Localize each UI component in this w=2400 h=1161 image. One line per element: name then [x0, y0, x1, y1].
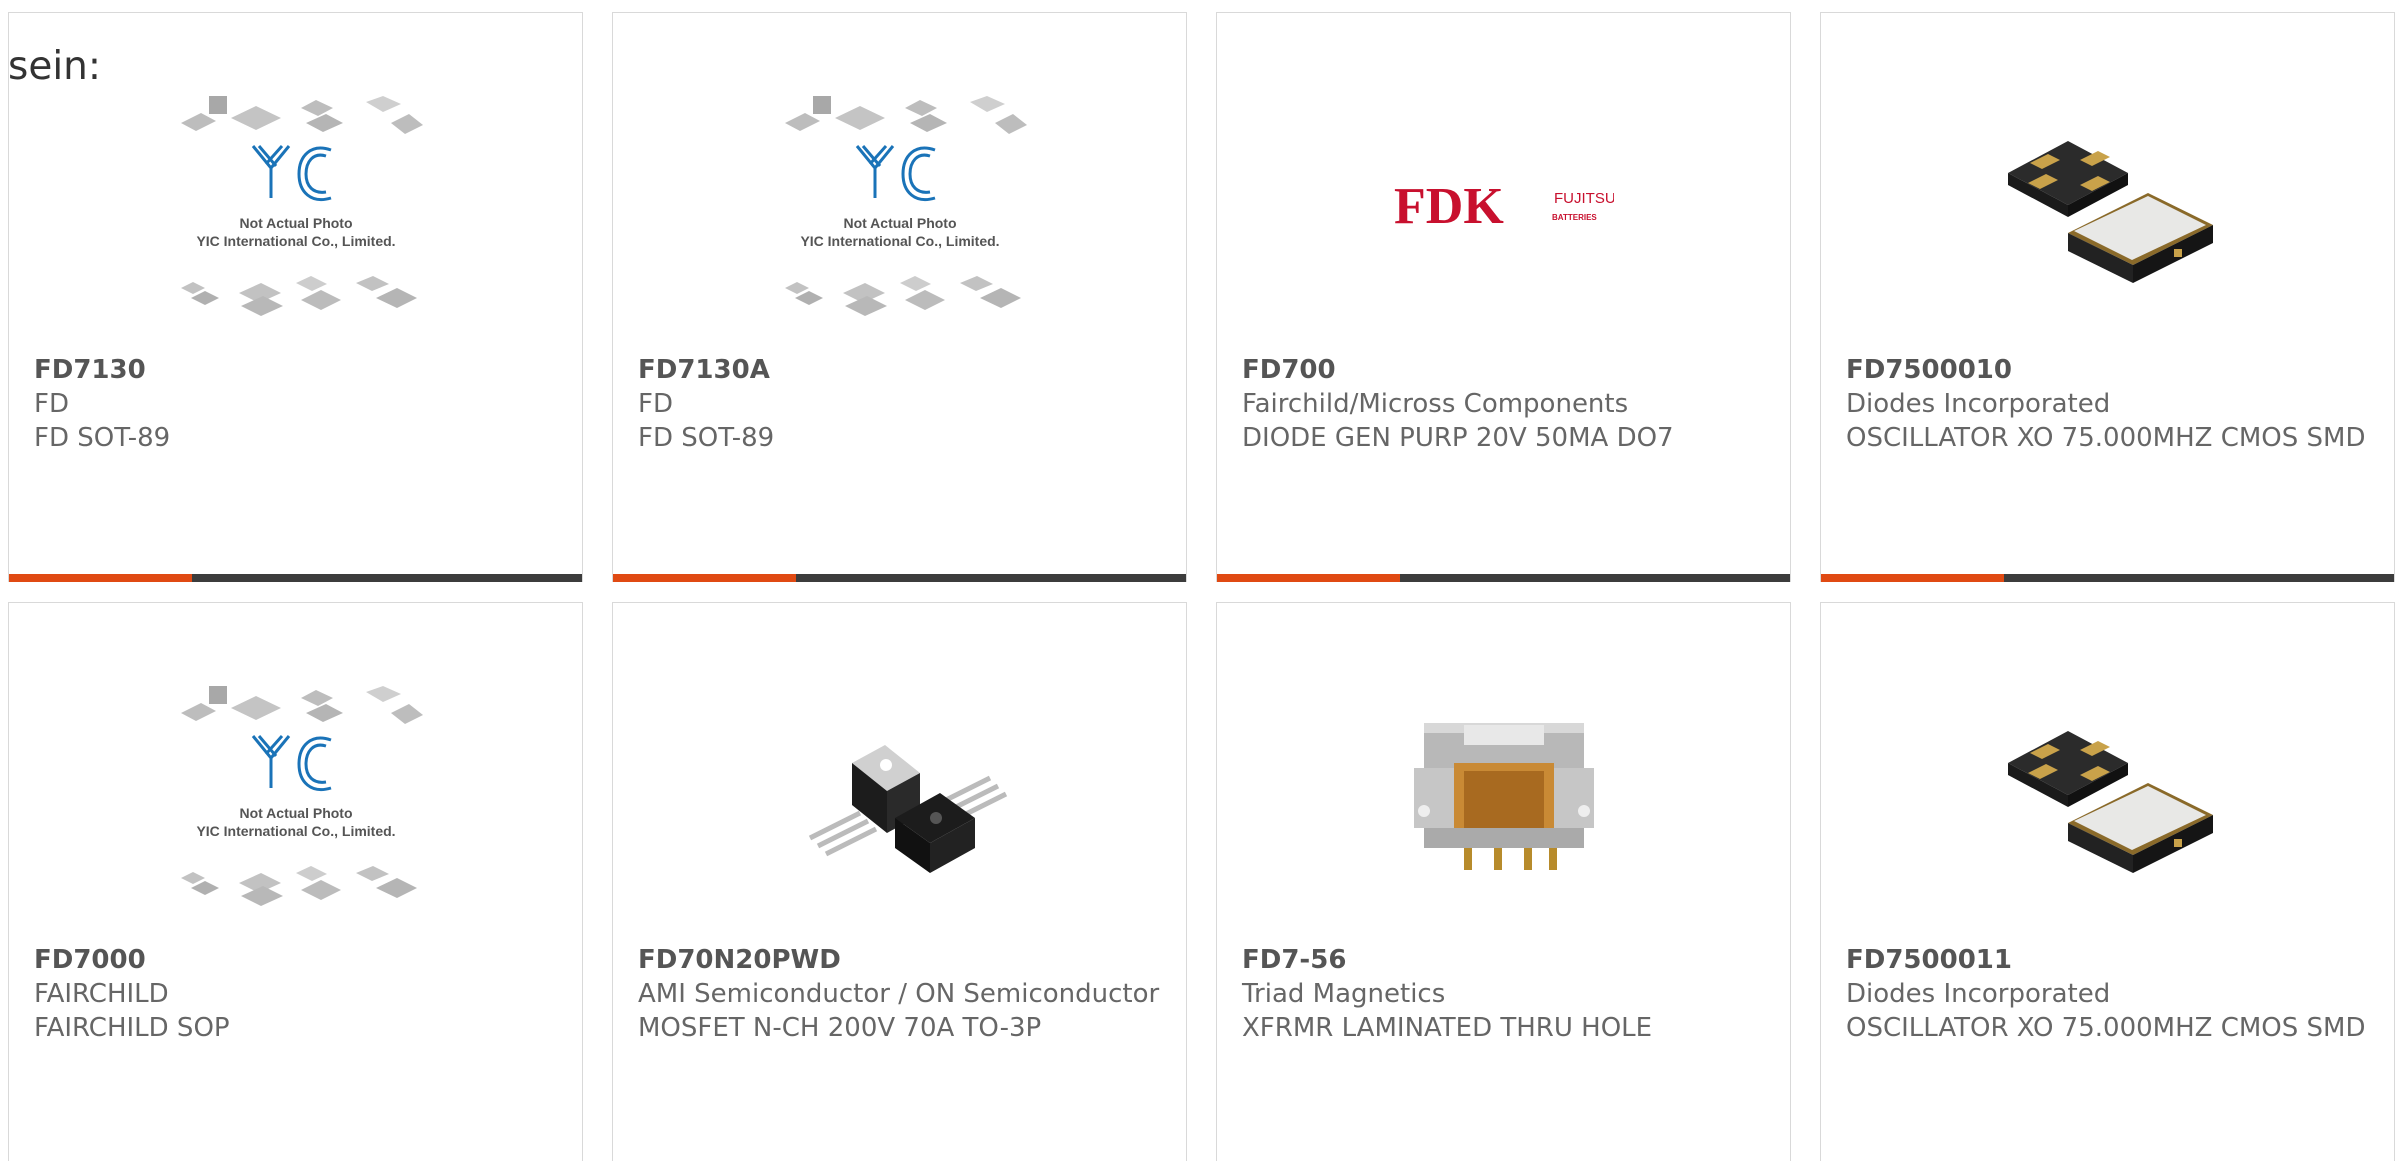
product-grid-page: sein: Not Actual Photo YIC International…: [0, 0, 2400, 1161]
product-card[interactable]: Not Actual Photo YIC International Co., …: [612, 12, 1187, 582]
manufacturer: FD: [638, 389, 673, 419]
product-card[interactable]: Not Actual Photo YIC International Co., …: [8, 12, 583, 582]
placeholder-image[interactable]: Not Actual Photo YIC International Co., …: [9, 63, 582, 353]
product-card[interactable]: FD70N20PWD AMI Semiconductor / ON Semico…: [612, 602, 1187, 1161]
card-footer-bar: [613, 574, 1186, 582]
part-number-link[interactable]: FD7-56: [1242, 943, 1770, 977]
product-card[interactable]: FDK FUJITSU BATTERIES FD700 Fairchild/Mi…: [1216, 12, 1791, 582]
mosfet-image[interactable]: [613, 653, 1186, 943]
oscillator-image[interactable]: [1821, 63, 2394, 353]
description: OSCILLATOR XO 75.000MHZ CMOS SMD: [1846, 1013, 2366, 1043]
card-accent: [9, 574, 192, 582]
part-number-link[interactable]: FD7000: [34, 943, 562, 977]
card-footer-bar: [1217, 574, 1790, 582]
card-accent: [613, 574, 796, 582]
description: XFRMR LAMINATED THRU HOLE: [1242, 1013, 1653, 1043]
card-accent: [1821, 574, 2004, 582]
placeholder-image[interactable]: Not Actual Photo YIC International Co., …: [613, 63, 1186, 353]
placeholder-line2: YIC International Co., Limited.: [196, 823, 395, 839]
placeholder-line1: Not Actual Photo: [239, 805, 352, 821]
description: FD SOT-89: [34, 423, 171, 453]
product-card[interactable]: FD7500011 Diodes Incorporated OSCILLATOR…: [1820, 602, 2395, 1161]
manufacturer: Diodes Incorporated: [1846, 389, 2111, 419]
placeholder-line1: Not Actual Photo: [239, 215, 352, 231]
product-card[interactable]: FD7500010 Diodes Incorporated OSCILLATOR…: [1820, 12, 2395, 582]
manufacturer: FAIRCHILD: [34, 979, 169, 1009]
card-accent: [1217, 574, 1400, 582]
manufacturer: FD: [34, 389, 69, 419]
card-footer-bar: [9, 574, 582, 582]
fdk-logo-image[interactable]: FDK FUJITSU BATTERIES: [1217, 63, 1790, 353]
manufacturer: AMI Semiconductor / ON Semiconductor: [638, 979, 1160, 1009]
description: DIODE GEN PURP 20V 50MA DO7: [1242, 423, 1674, 453]
transformer-image[interactable]: [1217, 653, 1790, 943]
placeholder-line1: Not Actual Photo: [843, 215, 956, 231]
manufacturer: Triad Magnetics: [1242, 979, 1446, 1009]
placeholder-image[interactable]: Not Actual Photo YIC International Co., …: [9, 653, 582, 943]
part-number-link[interactable]: FD7500010: [1846, 353, 2374, 387]
description: MOSFET N-CH 200V 70A TO-3P: [638, 1013, 1042, 1043]
description: OSCILLATOR XO 75.000MHZ CMOS SMD: [1846, 423, 2366, 453]
card-footer-bar: [1821, 574, 2394, 582]
part-number-link[interactable]: FD70N20PWD: [638, 943, 1166, 977]
part-number-link[interactable]: FD700: [1242, 353, 1770, 387]
oscillator-image[interactable]: [1821, 653, 2394, 943]
product-card[interactable]: Not Actual Photo YIC International Co., …: [8, 602, 583, 1161]
manufacturer: Diodes Incorporated: [1846, 979, 2111, 1009]
fdk-brand: FDK: [1394, 178, 1504, 235]
product-card[interactable]: FD7-56 Triad Magnetics XFRMR LAMINATED T…: [1216, 602, 1791, 1161]
placeholder-line2: YIC International Co., Limited.: [196, 233, 395, 249]
fdk-sub1: FUJITSU: [1554, 190, 1614, 207]
part-number-link[interactable]: FD7130: [34, 353, 562, 387]
intro-text: sein:: [8, 44, 102, 89]
description: FD SOT-89: [638, 423, 775, 453]
manufacturer: Fairchild/Micross Components: [1242, 389, 1629, 419]
fdk-sub2: BATTERIES: [1552, 213, 1597, 222]
part-number-link[interactable]: FD7500011: [1846, 943, 2374, 977]
description: FAIRCHILD SOP: [34, 1013, 230, 1043]
part-number-link[interactable]: FD7130A: [638, 353, 1166, 387]
placeholder-line2: YIC International Co., Limited.: [800, 233, 999, 249]
